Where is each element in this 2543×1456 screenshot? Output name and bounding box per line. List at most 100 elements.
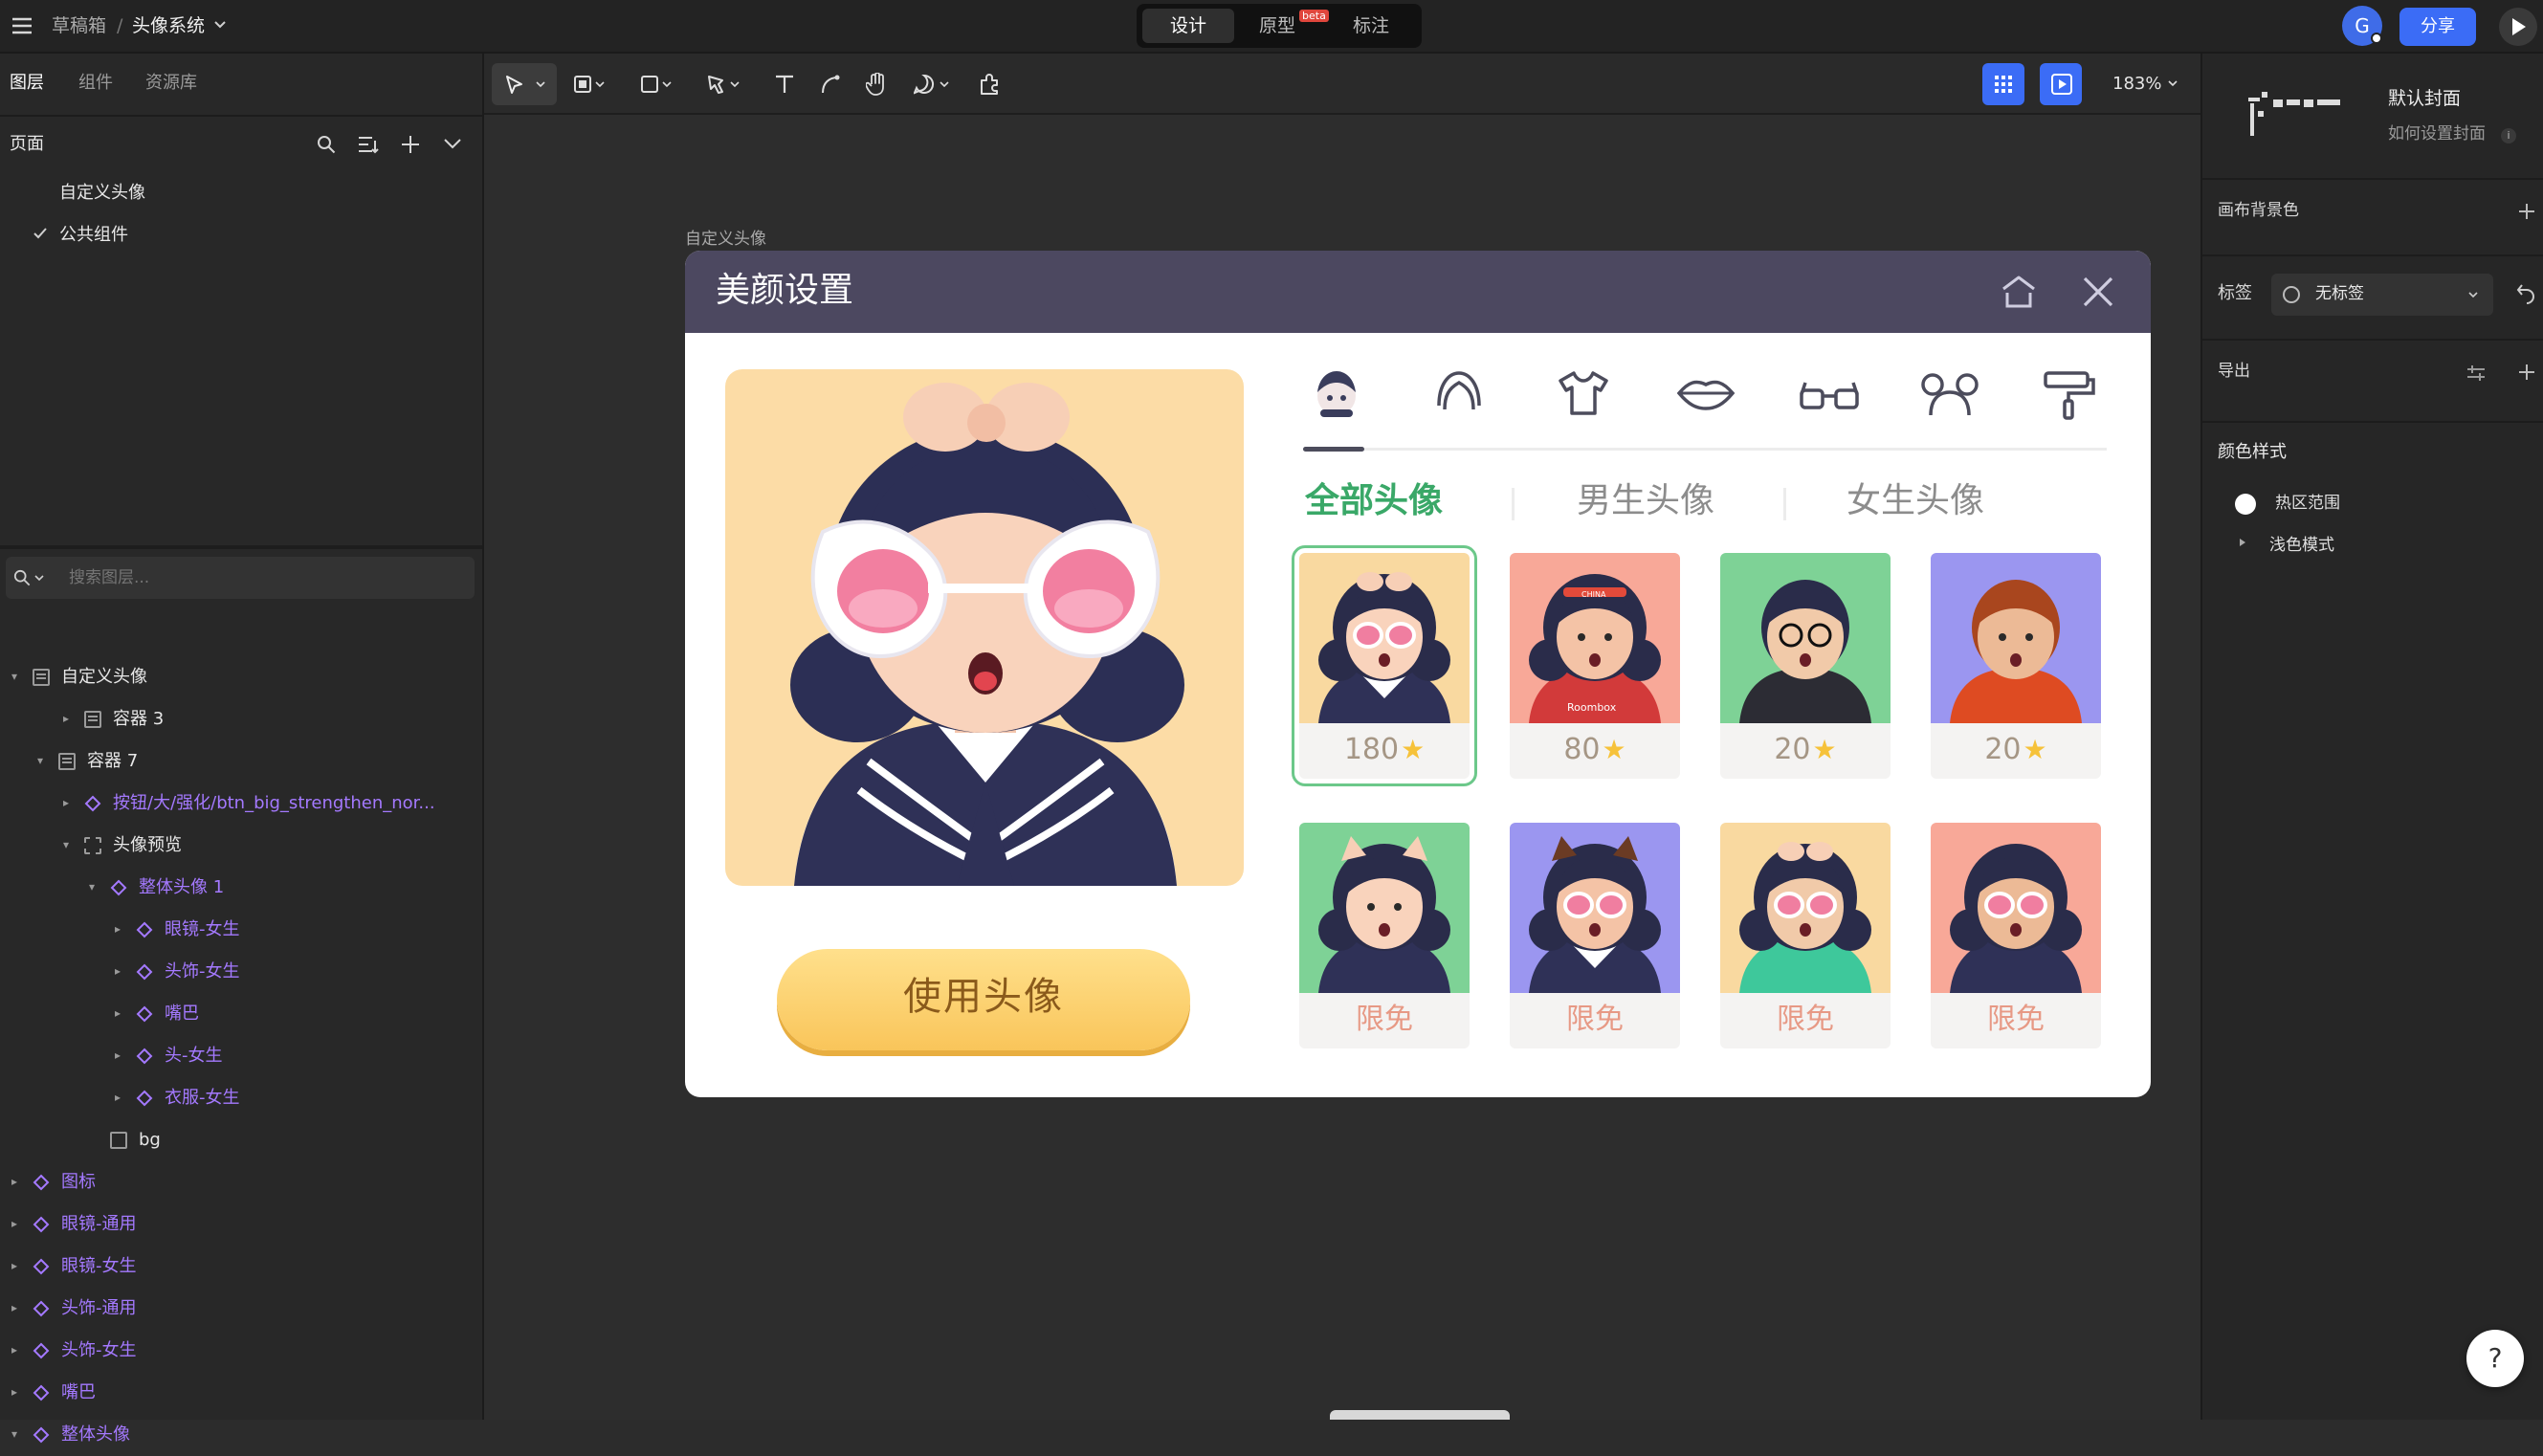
- cover-thumbnail[interactable]: [2248, 90, 2344, 147]
- layer-search-input[interactable]: [69, 566, 452, 589]
- caret-right-icon[interactable]: [2239, 538, 2246, 547]
- avatar-card[interactable]: 180★: [1292, 545, 1477, 786]
- face-icon[interactable]: [1311, 367, 1362, 419]
- caret-right-icon[interactable]: ▸: [11, 1260, 21, 1271]
- frame-label[interactable]: 自定义头像: [685, 232, 766, 248]
- plugin-tool-icon[interactable]: [972, 67, 1006, 101]
- layer-row[interactable]: ▸ 嘴巴: [0, 993, 482, 1035]
- layer-row[interactable]: ▸ 头饰-女生: [0, 951, 482, 993]
- hand-tool-icon[interactable]: [859, 67, 894, 101]
- settings-sliders-icon[interactable]: [2466, 364, 2486, 383]
- layer-row[interactable]: ▸ 头饰-女生: [0, 1330, 482, 1372]
- layer-row[interactable]: ▸ 眼镜-通用: [0, 1203, 482, 1246]
- layer-row[interactable]: ▾ 头像预览: [0, 825, 482, 867]
- text-tool-icon[interactable]: [767, 67, 802, 101]
- layer-row[interactable]: ▾ 整体头像 1: [0, 867, 482, 909]
- layer-row[interactable]: ▸ 图标: [0, 1161, 482, 1203]
- sort-icon[interactable]: [356, 132, 381, 157]
- tab-components[interactable]: 组件: [78, 75, 113, 92]
- glasses-icon[interactable]: [1797, 367, 1862, 419]
- layer-row[interactable]: ▸ 嘴巴: [0, 1372, 482, 1414]
- tab-design[interactable]: 设计: [1142, 9, 1234, 43]
- caret-right-icon[interactable]: ▸: [11, 1386, 21, 1398]
- info-icon[interactable]: i: [2501, 128, 2516, 143]
- collapse-chevron-icon[interactable]: [440, 132, 465, 157]
- search-icon[interactable]: [314, 132, 339, 157]
- avatar-card[interactable]: CHINA Roombox 80★: [1510, 553, 1680, 779]
- use-avatar-button[interactable]: 使用头像: [777, 949, 1190, 1050]
- breadcrumb-root[interactable]: 草稿箱: [52, 17, 106, 35]
- move-tool-group[interactable]: [492, 63, 557, 105]
- layer-row[interactable]: ▸ 眼镜-女生: [0, 909, 482, 951]
- caret-right-icon[interactable]: ▸: [115, 1049, 124, 1061]
- layer-row[interactable]: ▸ 头-女生: [0, 1035, 482, 1077]
- undo-icon[interactable]: [2516, 283, 2535, 304]
- filter-tab-male[interactable]: 男生头像: [1577, 484, 1714, 518]
- help-button[interactable]: ?: [2466, 1330, 2524, 1387]
- caret-right-icon[interactable]: ▸: [63, 713, 73, 724]
- caret-right-icon[interactable]: ▸: [11, 1218, 21, 1229]
- layer-search-field[interactable]: [6, 557, 475, 599]
- page-item-custom-avatar[interactable]: 自定义头像: [59, 185, 145, 202]
- avatar-card[interactable]: 20★: [1720, 553, 1891, 779]
- avatar-card[interactable]: 限免: [1510, 823, 1680, 1048]
- caret-down-icon[interactable]: ▾: [89, 881, 99, 893]
- comment-tool-icon[interactable]: [909, 67, 957, 101]
- avatar-card[interactable]: 限免: [1931, 823, 2101, 1048]
- connector-tool-icon[interactable]: [813, 67, 848, 101]
- share-button[interactable]: 分享: [2399, 8, 2476, 46]
- caret-down-icon[interactable]: ▾: [11, 671, 21, 682]
- frame-tool-icon[interactable]: [568, 67, 612, 101]
- add-icon[interactable]: [2518, 364, 2535, 381]
- layer-row[interactable]: ▸ 头饰-通用: [0, 1288, 482, 1330]
- headband-icon[interactable]: [1919, 367, 1980, 419]
- add-page-icon[interactable]: [398, 132, 423, 157]
- chevron-down-icon[interactable]: [212, 17, 228, 33]
- caret-right-icon[interactable]: ▸: [115, 923, 124, 935]
- caret-right-icon[interactable]: ▸: [115, 965, 124, 977]
- layer-row[interactable]: bg: [0, 1119, 482, 1161]
- color-swatch[interactable]: [2235, 494, 2256, 515]
- rectangle-tool-icon[interactable]: [635, 67, 679, 101]
- color-style-light-mode[interactable]: 浅色模式: [2269, 538, 2334, 554]
- layer-row[interactable]: ▾ 整体头像: [0, 1414, 482, 1456]
- shirt-icon[interactable]: [1556, 367, 1611, 419]
- layer-row[interactable]: ▸ 眼镜-女生: [0, 1246, 482, 1288]
- layer-row[interactable]: ▸ 按钮/大/强化/btn_big_strengthen_nor...: [0, 783, 482, 825]
- close-icon[interactable]: [2082, 276, 2114, 308]
- tab-layers[interactable]: 图层: [10, 75, 44, 92]
- home-icon[interactable]: [2000, 274, 2038, 310]
- caret-right-icon[interactable]: ▸: [11, 1176, 21, 1187]
- avatar-card[interactable]: 限免: [1299, 823, 1470, 1048]
- chevron-down-icon[interactable]: [2168, 80, 2178, 87]
- layer-row[interactable]: ▾ 容器 7: [0, 740, 482, 783]
- caret-right-icon[interactable]: ▸: [63, 797, 73, 808]
- file-name[interactable]: 头像系统: [132, 17, 205, 35]
- grid-view-button[interactable]: [1982, 63, 2024, 105]
- tab-prototype[interactable]: 原型: [1259, 17, 1295, 35]
- tab-assets[interactable]: 资源库: [145, 75, 197, 92]
- avatar-card[interactable]: 20★: [1931, 553, 2101, 779]
- pen-tool-icon[interactable]: [702, 67, 746, 101]
- filter-tab-female[interactable]: 女生头像: [1846, 484, 1984, 518]
- play-button[interactable]: [2499, 8, 2537, 46]
- add-icon[interactable]: [2518, 203, 2535, 220]
- caret-right-icon[interactable]: ▸: [11, 1302, 21, 1313]
- tag-select[interactable]: 无标签: [2271, 274, 2493, 316]
- lips-icon[interactable]: [1676, 367, 1736, 419]
- caret-down-icon[interactable]: ▾: [37, 755, 47, 766]
- caret-down-icon[interactable]: ▾: [63, 839, 73, 850]
- caret-right-icon[interactable]: ▸: [115, 1007, 124, 1019]
- color-style-hotspot[interactable]: 热区范围: [2275, 496, 2340, 512]
- avatar[interactable]: G: [2342, 6, 2382, 46]
- layer-row[interactable]: ▾ 自定义头像: [0, 656, 482, 698]
- hamburger-menu-icon[interactable]: [10, 13, 34, 38]
- filter-tab-all[interactable]: 全部头像: [1305, 484, 1443, 518]
- cover-help-link[interactable]: 如何设置封面: [2388, 126, 2486, 143]
- page-item-common-components[interactable]: 公共组件: [59, 227, 128, 244]
- preview-button[interactable]: [2040, 63, 2082, 105]
- layer-row[interactable]: ▸ 衣服-女生: [0, 1077, 482, 1119]
- caret-down-icon[interactable]: ▾: [11, 1428, 21, 1440]
- caret-right-icon[interactable]: ▸: [115, 1092, 124, 1103]
- layer-row[interactable]: ▸ 容器 3: [0, 698, 482, 740]
